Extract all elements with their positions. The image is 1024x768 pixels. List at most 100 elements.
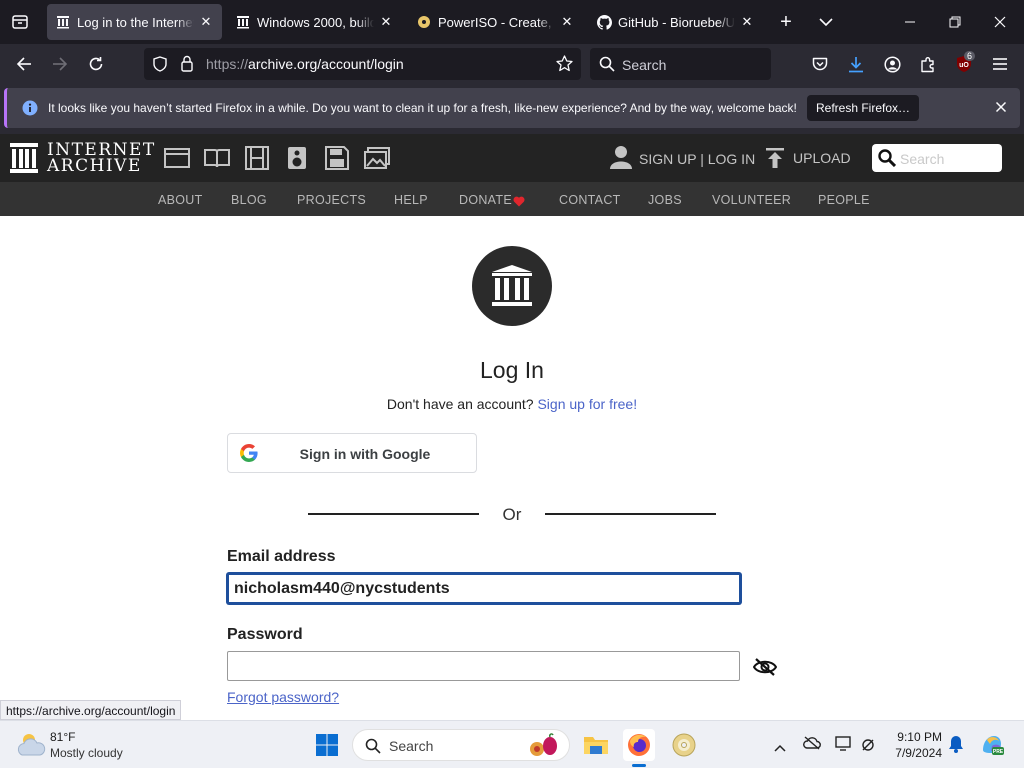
start-button[interactable] xyxy=(311,729,343,761)
app-menu-button[interactable] xyxy=(986,48,1014,80)
tracking-protection-icon[interactable] xyxy=(152,56,168,77)
nav-about[interactable]: ABOUT xyxy=(158,193,203,207)
weather-description: Mostly cloudy xyxy=(50,746,123,760)
google-sign-in-button[interactable]: Sign in with Google xyxy=(227,433,477,473)
onedrive-offline-icon[interactable] xyxy=(803,736,821,755)
ia-media-audio[interactable] xyxy=(284,146,310,170)
puzzle-piece-icon xyxy=(920,56,934,72)
divider-left xyxy=(308,513,479,515)
ia-logo[interactable]: INTERNET ARCHIVE xyxy=(10,142,154,176)
ia-media-video[interactable] xyxy=(244,146,270,170)
taskbar-file-explorer[interactable] xyxy=(580,729,612,761)
taskbar-firefox[interactable] xyxy=(623,729,655,761)
nav-blog[interactable]: BLOG xyxy=(231,193,267,207)
hamburger-menu-icon xyxy=(993,58,1007,70)
account-button[interactable] xyxy=(878,48,906,80)
upload-link[interactable]: UPLOAD xyxy=(793,150,851,166)
signup-login-link[interactable]: SIGN UP | LOG IN xyxy=(639,151,755,167)
nav-projects[interactable]: PROJECTS xyxy=(297,193,366,207)
refresh-firefox-button[interactable]: Refresh Firefox… xyxy=(807,95,919,121)
chevron-up-icon[interactable] xyxy=(774,739,786,757)
google-button-label: Sign in with Google xyxy=(299,446,431,462)
close-window-button[interactable] xyxy=(980,4,1020,40)
forward-button[interactable] xyxy=(46,48,74,80)
forgot-password-link[interactable]: Forgot password? xyxy=(227,689,339,705)
url-scheme: https:// xyxy=(206,56,249,72)
address-bar[interactable]: https://archive.org/account/login xyxy=(144,48,581,80)
internet-archive-icon xyxy=(55,14,71,30)
ia-media-software[interactable] xyxy=(324,146,350,170)
weather-widget[interactable]: 81°F Mostly cloudy xyxy=(10,725,140,765)
close-icon[interactable]: ✕ xyxy=(198,14,214,30)
close-icon[interactable] xyxy=(995,100,1007,118)
restore-icon xyxy=(949,16,961,28)
copilot-icon[interactable]: PRE xyxy=(980,732,1004,761)
tab-title: Log in to the Internet Archive xyxy=(77,14,194,30)
nav-volunteer[interactable]: VOLUNTEER xyxy=(712,193,791,207)
nav-help[interactable]: HELP xyxy=(394,193,428,207)
pocket-icon xyxy=(812,57,828,70)
ia-login-logo xyxy=(472,246,552,326)
web-icon xyxy=(164,148,190,168)
clock-date[interactable]: 7/9/2024 xyxy=(880,746,942,760)
pocket-button[interactable] xyxy=(806,48,834,80)
nav-contact[interactable]: CONTACT xyxy=(559,193,621,207)
password-field[interactable] xyxy=(227,651,740,681)
downloads-button[interactable] xyxy=(842,48,870,80)
ia-media-web[interactable] xyxy=(164,146,190,170)
heart-icon xyxy=(513,194,525,212)
tab-login-internet-archive[interactable]: Log in to the Internet Archive ✕ xyxy=(47,4,222,40)
eye-slash-icon[interactable] xyxy=(752,657,778,677)
search-highlight-icon xyxy=(527,733,561,762)
nav-donate[interactable]: DONATE xyxy=(459,193,512,207)
ia-search-input[interactable]: Search xyxy=(872,144,1002,172)
bookmark-star-icon[interactable] xyxy=(556,55,573,77)
ia-media-texts[interactable] xyxy=(204,146,230,170)
ia-media-images[interactable] xyxy=(364,146,390,170)
folder-icon xyxy=(584,737,608,754)
notification-bell-icon[interactable] xyxy=(948,735,964,758)
display-icon[interactable] xyxy=(835,736,853,757)
windows-logo-icon xyxy=(316,734,338,756)
taskbar-search[interactable]: Search xyxy=(352,729,570,761)
plus-icon: + xyxy=(780,10,792,33)
firefox-view-icon xyxy=(12,15,28,29)
link-status-tooltip: https://archive.org/account/login xyxy=(0,700,182,720)
image-icon xyxy=(364,147,390,169)
taskbar-poweriso[interactable] xyxy=(668,729,700,761)
new-tab-button[interactable]: + xyxy=(772,6,800,38)
reload-button[interactable] xyxy=(82,48,110,80)
nav-jobs[interactable]: JOBS xyxy=(648,193,682,207)
tab-windows-2000[interactable]: Windows 2000, build 1 ✕ xyxy=(227,4,402,40)
tab-title: GitHub - Bioruebe/Uni xyxy=(618,14,735,30)
user-icon[interactable] xyxy=(610,145,632,174)
close-icon[interactable]: ✕ xyxy=(559,14,575,30)
close-icon[interactable]: ✕ xyxy=(378,14,394,30)
tab-github[interactable]: GitHub - Bioruebe/Uni ✕ xyxy=(588,4,763,40)
extensions-button[interactable] xyxy=(914,48,942,80)
network-icon[interactable] xyxy=(859,736,877,757)
svg-text:PRE: PRE xyxy=(993,749,1004,755)
signup-link[interactable]: Sign up for free! xyxy=(537,396,637,412)
browser-search-bar[interactable]: Search xyxy=(590,48,771,80)
lock-icon[interactable] xyxy=(180,55,194,77)
restore-button[interactable] xyxy=(935,4,975,40)
upload-icon[interactable] xyxy=(765,147,785,174)
browser-nav-bar: https://archive.org/account/login Search… xyxy=(0,44,1024,84)
minimize-button[interactable] xyxy=(890,4,930,40)
weather-temperature: 81°F xyxy=(50,730,76,744)
ublock-origin-button[interactable]: uO 6 xyxy=(950,48,978,80)
refresh-firefox-notification: It looks like you haven’t started Firefo… xyxy=(4,88,1020,128)
clock-time[interactable]: 9:10 PM xyxy=(880,730,942,744)
nav-people[interactable]: PEOPLE xyxy=(818,193,870,207)
list-all-tabs-button[interactable] xyxy=(812,6,840,38)
back-button[interactable] xyxy=(10,48,38,80)
email-field[interactable] xyxy=(227,573,741,604)
internet-archive-icon xyxy=(235,14,251,30)
close-icon[interactable]: ✕ xyxy=(739,14,755,30)
firefox-view-button[interactable] xyxy=(6,6,34,38)
tab-poweriso[interactable]: PowerISO - Create, Bur ✕ xyxy=(408,4,583,40)
email-label: Email address xyxy=(227,548,336,565)
ia-top-nav: INTERNET ARCHIVE SIGN UP | LOG IN UPLOAD… xyxy=(0,134,1024,182)
password-label: Password xyxy=(227,626,303,643)
